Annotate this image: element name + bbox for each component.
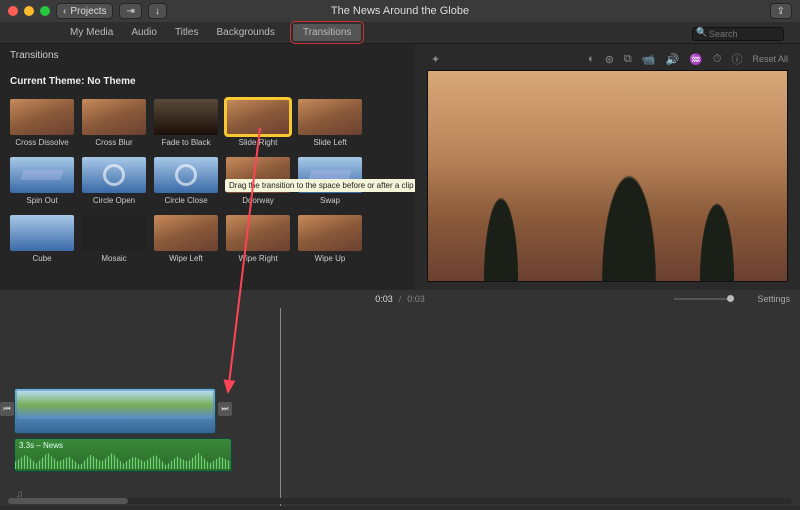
transition-item[interactable]: Wipe Up [298,215,362,263]
transition-thumbnail[interactable] [10,157,74,193]
back-to-projects-button[interactable]: ‹ Projects [56,3,113,19]
transition-thumbnail[interactable] [298,99,362,135]
transition-thumbnail[interactable] [10,215,74,251]
transition-thumbnail[interactable] [82,99,146,135]
search-icon: 🔍 [696,27,707,38]
transition-label: Slide Right [226,138,290,147]
transition-thumbnail[interactable] [10,99,74,135]
transition-thumbnail[interactable] [226,215,290,251]
transition-label: Swap [298,196,362,205]
transition-item[interactable]: Cube [10,215,74,263]
speed-icon[interactable]: ⏱ [713,53,722,66]
transition-item[interactable]: Wipe Left [154,215,218,263]
audio-clip-label: 3.3s – News [19,441,63,450]
preview-pane: ✦ ◐ ⊛ ⧉ 📹 🔊 ♒ ⏱ ⓘ Reset All [415,44,800,290]
tab-titles[interactable]: Titles [175,27,199,38]
zoom-slider[interactable] [674,298,734,300]
transition-well-start[interactable]: ⏮ [0,402,14,416]
library-tabs: My Media Audio Titles Backgrounds Transi… [0,22,800,44]
transition-label: Circle Close [154,196,218,205]
audio-clip[interactable]: 3.3s – News [14,438,232,472]
video-preview[interactable] [427,70,788,282]
tab-my-media[interactable]: My Media [70,27,113,38]
timeline-settings-button[interactable]: Settings [757,294,790,304]
transition-thumbnail[interactable] [82,215,146,251]
color-balance-icon[interactable]: ◐ [588,53,595,65]
magic-wand-icon[interactable]: ✦ [431,53,440,66]
minimize-window-button[interactable] [24,6,34,16]
transition-item[interactable]: Mosaic [82,215,146,263]
window-titlebar: ‹ Projects ⇥ ↓ The News Around the Globe… [0,0,800,22]
noise-reduce-icon[interactable]: ♒ [689,53,703,66]
transition-item[interactable]: Slide Right [226,99,290,147]
transition-thumbnail[interactable] [82,157,146,193]
transition-label: Mosaic [82,254,146,263]
transition-item[interactable]: Circle Close [154,157,218,205]
transition-label: Cross Dissolve [10,138,74,147]
share-button[interactable]: ⇪ [770,3,792,19]
stabilize-icon[interactable]: 📹 [642,53,656,66]
info-icon[interactable]: ⓘ [731,51,742,67]
preview-toolbar: ✦ ◐ ⊛ ⧉ 📹 🔊 ♒ ⏱ ⓘ Reset All [427,48,788,70]
transition-thumbnail[interactable] [154,157,218,193]
total-time: 0:03 [407,294,425,304]
transition-item[interactable]: Cross Blur [82,99,146,147]
theme-label: Current Theme: No Theme [10,76,136,87]
transition-label: Wipe Left [154,254,218,263]
audio-waveform [15,451,231,469]
close-window-button[interactable] [8,6,18,16]
transition-item[interactable]: Slide Left [298,99,362,147]
playhead-time: 0:03 [375,294,393,304]
section-title: Transitions [10,50,405,61]
transition-label: Cross Blur [82,138,146,147]
transition-label: Spin Out [10,196,74,205]
transition-label: Wipe Up [298,254,362,263]
playhead[interactable] [280,308,281,506]
transition-label: Wipe Right [226,254,290,263]
transition-label: Doorway [226,196,290,205]
window-controls [8,6,50,16]
transition-item[interactable]: Wipe Right [226,215,290,263]
transition-thumbnail[interactable] [226,99,290,135]
download-icon: ↓ [155,6,160,17]
transition-label: Circle Open [82,196,146,205]
transition-thumbnail[interactable] [154,215,218,251]
import-icon: ⇥ [126,6,134,17]
transition-item[interactable]: Spin Out [10,157,74,205]
tab-backgrounds[interactable]: Backgrounds [216,27,274,38]
share-icon: ⇪ [777,6,785,17]
back-label: Projects [70,6,106,17]
color-correction-icon[interactable]: ⊛ [605,53,614,66]
volume-icon[interactable]: 🔊 [665,53,679,66]
crop-icon[interactable]: ⧉ [624,53,632,66]
timeline-header: 0:03 / 0:03 Settings [0,290,800,308]
video-clip[interactable] [14,388,216,434]
timeline[interactable]: ⏮ ⏭ 3.3s – News ♫ [0,308,800,506]
import-media-button[interactable]: ⇥ [119,3,141,19]
chevron-left-icon: ‹ [63,6,66,17]
transition-label: Fade to Black [154,138,218,147]
download-button[interactable]: ↓ [148,3,167,19]
reset-all-button[interactable]: Reset All [752,54,788,64]
transition-item[interactable]: Fade to Black [154,99,218,147]
tab-transitions[interactable]: Transitions [293,24,362,41]
transition-label: Cube [10,254,74,263]
zoom-window-button[interactable] [40,6,50,16]
transition-label: Slide Left [298,138,362,147]
drag-tooltip: Drag the transition to the space before … [225,179,415,192]
transition-browser: Transitions Current Theme: No Theme Cros… [0,44,415,290]
transition-item[interactable]: Cross Dissolve [10,99,74,147]
transition-item[interactable]: Circle Open [82,157,146,205]
timeline-scrollbar[interactable] [8,498,792,504]
transition-thumbnail[interactable] [154,99,218,135]
transition-thumbnail[interactable] [298,215,362,251]
transition-well-end[interactable]: ⏭ [218,402,232,416]
tab-audio[interactable]: Audio [131,27,157,38]
